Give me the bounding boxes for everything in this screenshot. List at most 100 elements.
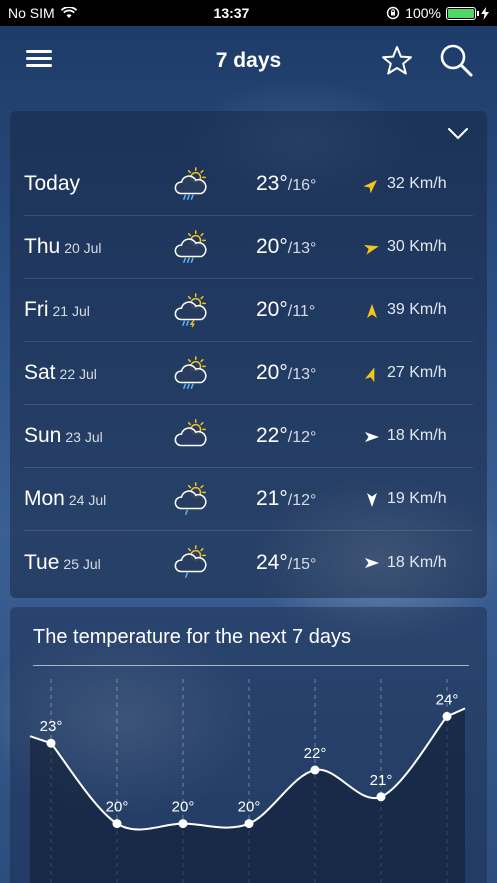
- temperature-low: /11°: [287, 303, 316, 320]
- star-icon[interactable]: [380, 44, 414, 78]
- status-left: No SIM: [8, 5, 77, 21]
- wind-direction-icon: [365, 558, 379, 568]
- day-date: 23 Jul: [65, 429, 103, 445]
- forecast-card: Today 23°/16° 32 Km/h Thu 20 Jul 20°/13° 30 Km…: [10, 111, 487, 598]
- wind-direction-icon: [364, 367, 375, 382]
- forecast-row[interactable]: Today 23°/16° 32 Km/h: [24, 153, 473, 216]
- day-date: 20 Jul: [64, 240, 102, 256]
- temperature-range: 20°/11°: [256, 298, 315, 322]
- sun-cloud-drizzle-icon: [174, 482, 207, 515]
- chart-area: [30, 708, 465, 883]
- day-label: Sat 22 Jul: [24, 361, 97, 385]
- wifi-icon: [60, 7, 77, 18]
- wind-speed: 18 Km/h: [387, 427, 447, 444]
- temperature-range: 22°/12°: [256, 424, 316, 448]
- wind-speed: 27 Km/h: [387, 364, 447, 381]
- temperature-high: 22°: [256, 424, 288, 447]
- forecast-row[interactable]: Mon 24 Jul 21°/12° 19 Km/h: [24, 468, 473, 531]
- menu-icon[interactable]: [26, 50, 52, 70]
- forecast-list: Today 23°/16° 32 Km/h Thu 20 Jul 20°/13° 30 Km…: [24, 153, 473, 594]
- rotation-lock-icon: [386, 6, 400, 20]
- chart-data-label: 24°: [436, 691, 459, 708]
- temperature-chart: 23° 20° 20° 20° 22° 21° 24°: [29, 679, 466, 883]
- chart-data-label: 20°: [172, 799, 195, 816]
- temperature-range: 20°/13°: [256, 361, 316, 385]
- temperature-range: 20°/13°: [256, 235, 316, 259]
- temperature-high: 21°: [256, 487, 288, 510]
- chart-data-label: 20°: [106, 799, 129, 816]
- day-name: Sat: [24, 361, 56, 384]
- chart-data-label: 22°: [304, 745, 327, 762]
- day-name: Thu: [24, 235, 61, 258]
- day-name: Mon: [24, 487, 65, 510]
- day-date: 24 Jul: [68, 492, 107, 508]
- wind-direction-icon: [367, 493, 377, 507]
- temperature-high: 20°: [256, 361, 288, 384]
- battery-icon: [446, 6, 479, 20]
- temperature-low: /15°: [287, 555, 317, 573]
- day-label: Thu 20 Jul: [24, 235, 102, 259]
- day-name: Fri: [24, 298, 49, 321]
- temperature-high: 20°: [256, 235, 288, 258]
- sun-cloud-icon: [174, 419, 207, 447]
- day-label: Mon 24 Jul: [24, 487, 106, 511]
- temperature-high: 24°: [256, 550, 288, 574]
- forecast-row[interactable]: Sat 22 Jul 20°/13° 27 Km/h: [24, 342, 473, 405]
- battery-fill: [448, 8, 474, 18]
- status-bar: No SIM 13:37 100%: [0, 0, 497, 26]
- temperature-low: /13°: [287, 240, 317, 257]
- day-name: Today: [24, 172, 81, 195]
- wind-speed: 19 Km/h: [387, 490, 447, 507]
- sun-cloud-rain-icon: [174, 230, 207, 263]
- day-date: 22 Jul: [59, 366, 97, 382]
- wind-direction-icon: [364, 244, 379, 255]
- temperature-low: /16°: [287, 177, 317, 194]
- clock: 13:37: [213, 5, 250, 21]
- chart-data-label: 20°: [238, 799, 261, 816]
- chart-point: [46, 738, 56, 748]
- wind-direction-icon: [365, 432, 379, 442]
- wind-speed: 32 Km/h: [387, 175, 447, 192]
- forecast-row[interactable]: Sun 23 Jul 22°/12° 18 Km/h: [24, 405, 473, 468]
- forecast-row[interactable]: Thu 20 Jul 20°/13° 30 Km/h: [24, 216, 473, 279]
- temperature-low: /12°: [287, 429, 317, 446]
- chart-data-label: 23°: [40, 718, 63, 735]
- temperature-low: /13°: [287, 366, 317, 383]
- page-title: 7 days: [215, 49, 282, 72]
- top-navbar: 7 days: [0, 26, 497, 96]
- sun-cloud-rain-icon: [174, 167, 207, 200]
- temperature-range: 21°/12°: [256, 487, 316, 511]
- wind-direction-icon: [367, 304, 377, 318]
- day-name: Tue: [24, 550, 60, 574]
- sun-cloud-rain-icon: [174, 356, 207, 389]
- temperature-high: 23°: [256, 172, 288, 195]
- day-name: Sun: [24, 424, 62, 447]
- temperature-range: 24°/15°: [256, 551, 316, 575]
- chart-point: [442, 711, 452, 721]
- chart-point: [310, 765, 320, 775]
- sun-cloud-storm-icon: [174, 293, 207, 328]
- status-right: 100%: [386, 5, 489, 21]
- temperature-high: 20°: [256, 298, 288, 321]
- chart-point: [178, 819, 188, 829]
- temperature-range: 23°/16°: [256, 172, 316, 196]
- chart-data-label: 21°: [370, 772, 393, 789]
- wind-speed: 18 Km/h: [387, 553, 447, 571]
- search-icon[interactable]: [438, 42, 474, 78]
- forecast-row[interactable]: Fri 21 Jul 20°/11° 39 Km/h: [24, 279, 473, 342]
- chart-point: [112, 819, 122, 829]
- battery-percent: 100%: [405, 5, 441, 21]
- charging-icon: [481, 6, 489, 20]
- sun-cloud-drizzle-icon: [174, 545, 207, 578]
- wind-direction-icon: [364, 180, 377, 193]
- chart-point: [376, 792, 386, 802]
- day-label: Today: [24, 172, 84, 196]
- day-date: 21 Jul: [52, 303, 90, 319]
- day-label: Sun 23 Jul: [24, 424, 103, 448]
- chevron-down-icon[interactable]: [447, 127, 469, 141]
- day-date: 25 Jul: [63, 555, 101, 572]
- carrier-label: No SIM: [8, 5, 55, 21]
- day-label: Fri 21 Jul: [24, 298, 90, 322]
- chart-point: [244, 819, 254, 829]
- forecast-row[interactable]: Tue 25 Jul 24°/15° 18 Km/h: [24, 531, 473, 594]
